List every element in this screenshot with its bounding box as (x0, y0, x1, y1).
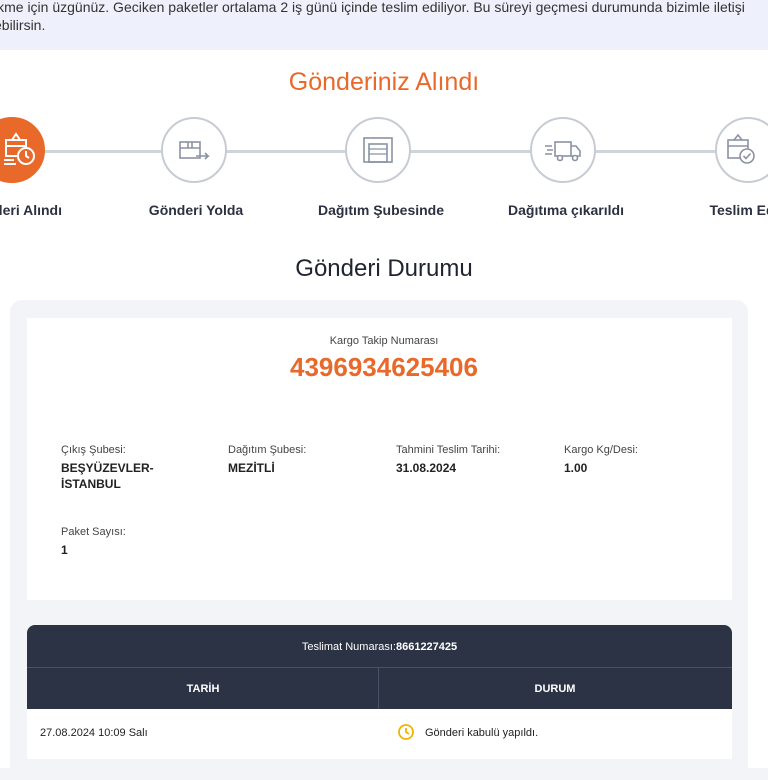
delivery-truck-icon (545, 141, 581, 162)
delivery-number-value: 8661227425 (395, 641, 458, 653)
step-label-delivered: Teslim Ed (709, 202, 768, 218)
notice-text-line2: ebilirsin. (0, 17, 46, 33)
step-label-out-for-delivery: Dağıtıma çıkarıldı (508, 202, 624, 218)
warehouse-icon (363, 137, 393, 163)
delivery-number-line: Teslimat Numarası:8661227425 (27, 641, 732, 653)
origin-branch-label: Çıkış Şubesi: (61, 444, 126, 456)
distribution-branch-label: Dağıtım Şubesi: (228, 444, 307, 456)
package-count-value: 1 (61, 543, 68, 557)
table-header: Teslimat Numarası:8661227425 TARİH DURUM (27, 625, 732, 709)
column-header-date: TARİH (186, 683, 220, 695)
package-count-label: Paket Sayısı: (61, 526, 126, 538)
shipment-status-title: Gönderiniz Alındı (288, 68, 480, 96)
distribution-branch-value: MEZİTLİ (228, 461, 275, 475)
package-moving-icon (179, 141, 210, 160)
clock-icon (398, 724, 414, 740)
delay-notice-banner: ikme için üzgünüz. Geciken paketler orta… (0, 0, 768, 50)
step-label-in-transit: Gönderi Yolda (148, 202, 244, 218)
tracking-number-label: Kargo Takip Numarası (329, 335, 439, 347)
origin-branch-value-line2: İSTANBUL (61, 477, 121, 491)
package-clock-icon (4, 132, 35, 165)
step-at-branch (345, 117, 411, 183)
column-header-status: DURUM (534, 683, 576, 695)
table-row: 27.08.2024 10:09 Salı Gönderi kabulü yap… (27, 709, 732, 759)
step-in-transit (161, 117, 227, 183)
tracking-number: 4396934625406 (290, 352, 478, 382)
cargo-weight-label: Kargo Kg/Desi: (564, 444, 638, 456)
step-label-at-branch: Dağıtım Şubesinde (317, 202, 445, 218)
header-divider (27, 667, 732, 668)
package-check-icon (727, 133, 755, 164)
step-out-for-delivery (530, 117, 596, 183)
notice-text-line1: ikme için üzgünüz. Geciken paketler orta… (0, 0, 745, 15)
origin-branch-value-line1: BEŞYÜZEVLER- (61, 461, 154, 475)
shipment-status-heading: Gönderi Durumu (295, 255, 473, 282)
estimated-delivery-value: 31.08.2024 (396, 461, 457, 475)
row-date: 27.08.2024 10:09 Salı (40, 727, 148, 739)
row-status: Gönderi kabulü yapıldı. (425, 727, 539, 739)
delivery-number-label: Teslimat Numarası: (301, 641, 396, 653)
origin-branch-value: BEŞYÜZEVLER- İSTANBUL (61, 460, 154, 492)
step-label-received: deri Alındı (0, 202, 62, 218)
estimated-delivery-label: Tahmini Teslim Tarihi: (396, 444, 501, 456)
cargo-weight-value: 1.00 (564, 461, 588, 475)
